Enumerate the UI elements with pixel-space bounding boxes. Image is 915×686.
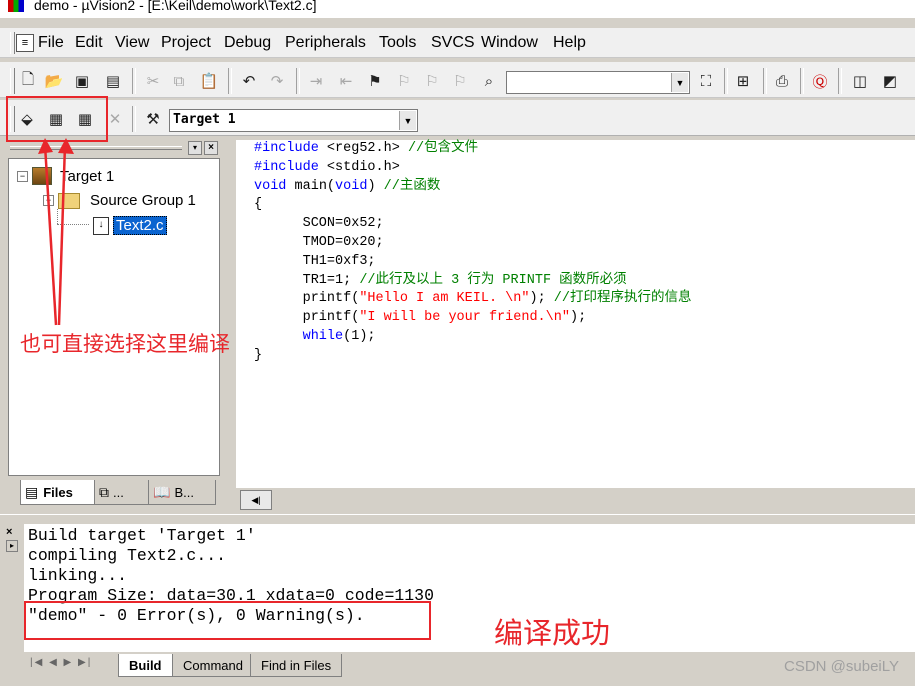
watermark: CSDN @subeiLY — [784, 658, 899, 675]
annotation-toolbar-note: 也可直接选择这里编译 — [20, 333, 230, 356]
arrowhead-icon — [58, 138, 74, 154]
arrowhead-icon — [38, 138, 53, 154]
annotation-arrow — [57, 144, 67, 326]
annotation-arrow — [43, 144, 58, 326]
annotation-success-note: 编译成功 — [494, 618, 611, 650]
annotation-highlight-result — [24, 601, 431, 640]
